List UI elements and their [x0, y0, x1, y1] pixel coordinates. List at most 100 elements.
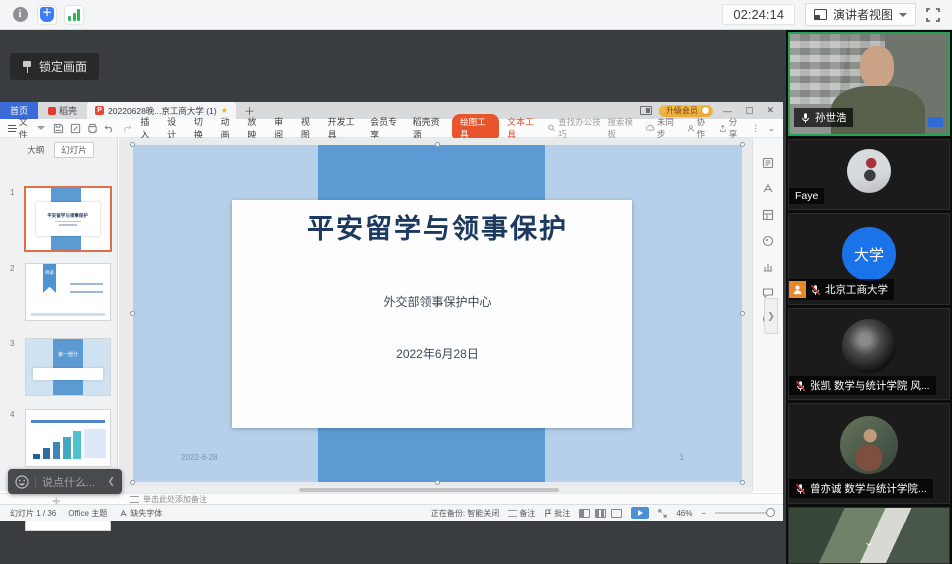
network-signal-icon[interactable]: [64, 5, 84, 25]
animation-pane-icon[interactable]: [762, 182, 775, 195]
normal-view-icon[interactable]: [579, 509, 590, 518]
mic-muted-icon: [795, 380, 806, 392]
meeting-info-icon[interactable]: i: [10, 5, 30, 25]
docer-icon: [48, 107, 56, 115]
pin-icon: [22, 61, 32, 73]
window-split-icon[interactable]: [640, 106, 652, 115]
lock-view-button[interactable]: 锁定画面: [10, 53, 99, 80]
avatar: [847, 149, 891, 193]
host-badge-icon: [789, 281, 806, 298]
ribbon-search[interactable]: 查找办公技巧 搜索模板: [548, 116, 638, 140]
tab-slides[interactable]: 幻灯片: [54, 142, 94, 158]
reading-view-icon[interactable]: [611, 509, 622, 518]
tab-outline[interactable]: 大纲: [23, 142, 48, 158]
avatar: [840, 416, 898, 474]
zoom-slider[interactable]: [715, 512, 773, 514]
scroll-more-chevron-icon[interactable]: ⌄: [864, 534, 875, 550]
wps-presentation-window: 首页 稻壳 P 20220628晚...京工商大学 (1) ★ ＋ 升级会员: [0, 102, 783, 521]
collaborate-icon: [687, 124, 695, 133]
meeting-timer: 02:24:14: [722, 4, 795, 25]
meeting-app-window: i ＋ 02:24:14 演讲者视图 锁定画面 首页: [0, 0, 952, 564]
wps-ribbon: 文件 插入 设计 切换 动画 放映 审阅 视图: [0, 119, 783, 138]
account-avatar: [701, 106, 710, 115]
properties-icon[interactable]: [762, 156, 775, 169]
participant-tile-partial[interactable]: ⌄: [788, 507, 950, 564]
scrollbar-thumb[interactable]: [299, 488, 559, 492]
fit-window-icon[interactable]: [658, 509, 667, 518]
maximize-button[interactable]: ▢: [742, 105, 757, 116]
close-button[interactable]: ✕: [763, 105, 777, 116]
ppt-file-icon: P: [95, 106, 104, 115]
search-placeholder-2: 搜索模板: [607, 116, 638, 140]
participant-name: Faye: [795, 190, 818, 202]
sidebar-collapse-tab[interactable]: ❯: [764, 298, 778, 334]
zoom-slider-knob[interactable]: [766, 508, 775, 517]
more-options-icon[interactable]: ⋮: [751, 123, 760, 134]
participant-tile-faye[interactable]: Faye: [788, 139, 950, 210]
layout-view-icon: [814, 9, 827, 20]
fullscreen-icon[interactable]: [926, 8, 940, 22]
participant-tile-zhangkai[interactable]: 张凯 数学与统计学院 风...: [788, 308, 950, 400]
theme-name[interactable]: Office 主题: [68, 508, 107, 519]
flag-icon: [544, 509, 552, 518]
chat-input-bar[interactable]: 说点什么... ❮: [8, 469, 122, 494]
participant-name: 曾亦诚 数学与统计学院...: [810, 481, 927, 496]
collaborate-label: 协作: [697, 116, 712, 140]
participant-tile-sun-shihao[interactable]: 孙世浩: [788, 32, 950, 136]
cloud-sync-button[interactable]: 未同步: [646, 116, 679, 140]
color-pane-icon[interactable]: [762, 234, 775, 247]
collapse-ribbon-icon[interactable]: ⌄: [768, 123, 775, 134]
speaker-view-label: 演讲者视图: [833, 6, 893, 23]
slide-thumbnail-3[interactable]: 3 第一部分: [26, 339, 110, 395]
redo-icon[interactable]: [121, 123, 132, 134]
slide-title: 平安留学与领事保护: [133, 207, 742, 246]
chevron-left-icon[interactable]: ❮: [107, 476, 115, 487]
slide-thumbnail-4[interactable]: 4: [26, 410, 110, 466]
star-icon[interactable]: ★: [221, 106, 228, 115]
thumb-number: 2: [10, 264, 14, 273]
export-icon[interactable]: [70, 123, 81, 134]
participant-tile-zengyicheng[interactable]: 曾亦诚 数学与统计学院...: [788, 403, 950, 504]
undo-icon[interactable]: [104, 123, 115, 134]
lock-view-label: 锁定画面: [39, 58, 87, 75]
layout-pane-icon[interactable]: [762, 208, 775, 221]
mic-muted-icon: [795, 483, 806, 495]
notes-placeholder: 单击此处添加备注: [143, 494, 207, 505]
chart-pane-icon[interactable]: [762, 260, 775, 273]
slideshow-play-button[interactable]: [631, 507, 649, 519]
zoom-percent[interactable]: 46%: [676, 509, 692, 518]
current-slide[interactable]: 平安留学与领事保护 外交部领事保护中心 2022年6月28日 2022-6-28…: [133, 145, 742, 482]
share-button[interactable]: 分享: [719, 116, 743, 140]
slide-thumbnail-2[interactable]: 2 目录: [26, 264, 110, 320]
notes-toggle-button[interactable]: 备注: [508, 508, 535, 519]
participant-name: 北京工商大学: [825, 282, 888, 297]
avatar: [842, 319, 896, 373]
slide-thumbnail-panel: 大纲 幻灯片 1 平安留学与领事保护 2 目录: [0, 138, 118, 491]
speaker-view-button[interactable]: 演讲者视图: [805, 3, 916, 26]
thumb-number: 1: [10, 188, 14, 197]
backup-status[interactable]: 正在备份: 智能关闭: [431, 508, 499, 519]
zoom-out-button[interactable]: −: [701, 509, 706, 518]
missing-fonts-warning[interactable]: 缺失字体: [119, 508, 162, 519]
slide-thumbnail-1[interactable]: 1 平安留学与领事保护: [26, 188, 110, 250]
notes-icon: [508, 510, 517, 517]
minimize-button[interactable]: —: [720, 106, 735, 116]
participant-tile-btbu[interactable]: 大学 北京工商大学: [788, 213, 950, 305]
chat-input-placeholder[interactable]: 说点什么...: [42, 474, 95, 490]
avatar: 大学: [842, 227, 896, 281]
collaborate-button[interactable]: 协作: [687, 116, 711, 140]
security-shield-icon[interactable]: ＋: [37, 5, 57, 25]
notes-bar[interactable]: 单击此处添加备注: [0, 493, 783, 504]
chevron-down-icon: [899, 13, 907, 17]
sorter-view-icon[interactable]: [595, 509, 606, 518]
slide-canvas[interactable]: 平安留学与领事保护 外交部领事保护中心 2022年6月28日 2022-6-28…: [119, 138, 752, 491]
comments-toggle-button[interactable]: 批注: [544, 508, 570, 519]
cloud-icon: [646, 124, 655, 132]
print-icon[interactable]: [87, 123, 98, 134]
slide-subtitle: 外交部领事保护中心: [133, 293, 742, 310]
emoji-icon[interactable]: [15, 475, 29, 489]
chat-expand-plus[interactable]: +: [52, 493, 61, 510]
save-icon[interactable]: [53, 123, 64, 134]
upgrade-vip-button[interactable]: 升级会员: [659, 105, 713, 117]
participant-name: 张凯 数学与统计学院 风...: [810, 378, 930, 393]
